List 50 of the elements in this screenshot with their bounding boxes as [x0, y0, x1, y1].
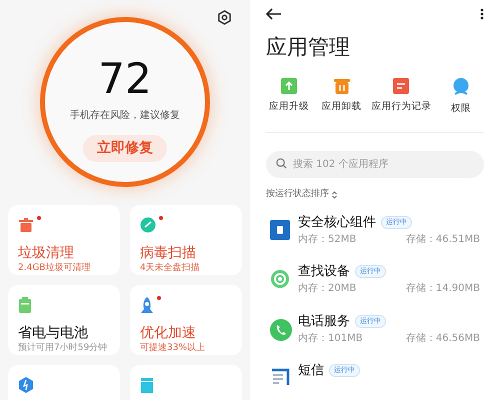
app-name: 安全核心组件 [298, 214, 376, 231]
target-icon [270, 269, 290, 290]
memory-usage: 内存：101MB [298, 332, 363, 346]
card-subtitle: 预计可用7小时59分钟 [18, 342, 108, 354]
memory-usage: 内存：52MB [298, 232, 356, 247]
more-icon[interactable] [480, 8, 484, 20]
rocket-icon [140, 297, 154, 313]
app-name: 电话服务 [298, 312, 350, 330]
arrow-up-icon [281, 78, 297, 94]
sort-label[interactable]: 按运行状态排序 [266, 188, 329, 202]
list-icon [393, 78, 410, 94]
scan-icon [140, 217, 156, 233]
card-title: 垃圾清理 [18, 244, 75, 262]
trash-icon [334, 78, 350, 94]
search-icon [276, 158, 287, 170]
page-title: 应用管理 [266, 34, 351, 61]
feature-card[interactable]: 病毒扫描 4天未全盘扫描 [130, 205, 242, 275]
security-score: 72 [98, 58, 152, 100]
card-title: 省电与电池 [18, 324, 89, 342]
shortcut-button[interactable]: 应用升级 [266, 78, 312, 116]
shortcut-button[interactable]: 应用卸载 [318, 78, 365, 116]
message-icon [270, 368, 290, 386]
phone-icon [270, 318, 292, 341]
permission-icon [452, 78, 469, 96]
shortcut-button[interactable]: 权限 [438, 78, 484, 116]
search-field[interactable]: 搜索 102 个应用程序 [266, 151, 484, 178]
storage-usage: 存储：46.56MB [406, 332, 480, 346]
card-subtitle: 2.4GB垃圾可清理 [18, 262, 92, 274]
card-subtitle: 可提速33%以上 [140, 342, 206, 354]
app-name: 查找设备 [298, 263, 350, 280]
battery-icon [18, 297, 32, 313]
feature-card[interactable]: 省电与电池 预计可用7小时59分钟 [8, 285, 120, 355]
settings-icon[interactable] [217, 10, 232, 25]
card-title: 优化加速 [140, 324, 197, 342]
app-icon [270, 220, 290, 240]
storage-usage: 存储：14.90MB [406, 282, 480, 296]
shield-icon [18, 377, 34, 393]
risk-status: 手机存在风险，建议修复 [70, 108, 180, 123]
app-name: 短信 [298, 362, 324, 380]
card-title: 病毒扫描 [140, 244, 197, 262]
storage-usage: 存储：46.51MB [406, 232, 480, 247]
box-icon [140, 377, 154, 393]
trash-icon [18, 217, 34, 233]
memory-usage: 内存：20MB [298, 282, 356, 296]
card-subtitle: 4天未全盘扫描 [140, 262, 201, 274]
shortcut-button[interactable]: 应用行为记录 [371, 78, 432, 116]
sort-icon[interactable] [332, 191, 337, 199]
feature-card[interactable]: 优化加速 可提速33%以上 [130, 285, 242, 355]
back-arrow-icon[interactable] [266, 8, 282, 20]
feature-card[interactable]: 垃圾清理 2.4GB垃圾可清理 [8, 205, 120, 275]
